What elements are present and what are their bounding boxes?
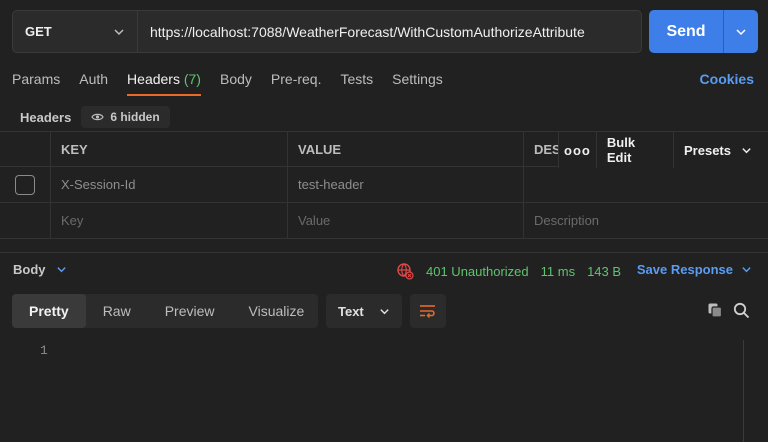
row-checkbox-cell: [0, 203, 51, 238]
table-header-row: KEY VALUE DES ooo Bulk Edit Presets: [0, 131, 768, 168]
method-select[interactable]: GET: [13, 11, 138, 52]
table-row: X-Session-Id test-header: [0, 167, 768, 203]
header-checkbox-cell: [0, 132, 51, 166]
table-row-new: Key Value Description: [0, 203, 768, 239]
tab-label: Auth: [79, 71, 109, 87]
cookies-link[interactable]: Cookies: [700, 71, 754, 87]
more-options-button[interactable]: ooo: [558, 132, 596, 168]
response-size[interactable]: 143 B: [587, 264, 621, 279]
tab-body[interactable]: Body: [220, 70, 252, 96]
chevron-down-icon: [742, 267, 751, 273]
send-options-button[interactable]: [724, 10, 758, 53]
wrap-lines-icon: [420, 305, 435, 318]
globe-error-icon[interactable]: [396, 262, 414, 280]
view-tab-raw[interactable]: Raw: [86, 294, 148, 328]
status-code[interactable]: 401 Unauthorized: [426, 264, 529, 279]
response-body-toggle[interactable]: Body: [13, 262, 67, 277]
response-editor[interactable]: 1: [0, 338, 768, 442]
method-label: GET: [25, 24, 52, 39]
tab-settings[interactable]: Settings: [392, 70, 443, 96]
view-tab-preview[interactable]: Preview: [148, 294, 232, 328]
column-header-key: KEY: [51, 132, 288, 166]
hidden-count: 6 hidden: [110, 110, 160, 124]
format-label: Text: [338, 303, 364, 319]
send-button[interactable]: Send: [649, 10, 723, 53]
tab-count: (7): [183, 71, 201, 87]
tab-pre-request[interactable]: Pre-req.: [271, 70, 322, 96]
request-url-bar: GET: [12, 10, 642, 53]
send-button-group: Send: [649, 10, 758, 53]
headers-subheader: Headers 6 hidden: [20, 106, 170, 128]
view-tab-visualize[interactable]: Visualize: [232, 294, 322, 328]
column-header-value: VALUE: [288, 132, 524, 166]
tab-tests[interactable]: Tests: [340, 70, 373, 96]
header-description-cell[interactable]: [524, 167, 768, 202]
response-body-label: Body: [13, 262, 46, 277]
line-number: 1: [40, 343, 48, 358]
presets-button[interactable]: Presets: [673, 132, 768, 168]
response-bar: Body 401 Unauthorized 11 ms 143 B Save R…: [0, 252, 768, 284]
new-value-input[interactable]: Value: [288, 203, 524, 238]
tab-label: Pre-req.: [270, 71, 322, 87]
chevron-down-icon: [380, 308, 389, 314]
tab-auth[interactable]: Auth: [79, 70, 108, 96]
bulk-edit-button[interactable]: Bulk Edit: [595, 132, 673, 168]
response-time[interactable]: 11 ms: [541, 264, 575, 279]
editor-scrollbar[interactable]: [743, 340, 744, 442]
tab-headers[interactable]: Headers (7): [127, 70, 201, 96]
eye-icon: [91, 113, 105, 121]
new-description-input[interactable]: Description: [524, 203, 768, 238]
request-tabs: Params Auth Headers (7) Body Pre-req. Te…: [12, 70, 462, 96]
chevron-down-icon: [114, 28, 124, 35]
new-key-input[interactable]: Key: [51, 203, 288, 238]
tab-label: Tests: [340, 71, 374, 87]
url-input[interactable]: [138, 11, 641, 52]
tab-label: Params: [12, 71, 61, 87]
row-checkbox[interactable]: [15, 174, 35, 195]
header-key-cell[interactable]: X-Session-Id: [51, 167, 288, 202]
wrap-lines-button[interactable]: [410, 294, 446, 328]
save-response-button[interactable]: Save Response: [637, 262, 752, 277]
headers-label: Headers: [20, 109, 72, 125]
row-checkbox-cell: [0, 167, 51, 202]
search-icon: [733, 302, 749, 318]
save-response-label: Save Response: [636, 262, 733, 277]
tab-label: Settings: [392, 71, 443, 87]
view-tab-pretty[interactable]: Pretty: [12, 294, 86, 328]
response-format-select[interactable]: Text: [326, 294, 402, 328]
headers-table: KEY VALUE DES ooo Bulk Edit Presets X-Se…: [0, 131, 768, 239]
hidden-headers-toggle[interactable]: 6 hidden: [81, 106, 170, 128]
chevron-down-icon: [736, 28, 746, 35]
response-view-tabs: Pretty Raw Preview Visualize: [12, 294, 318, 328]
copy-icon: [708, 303, 723, 318]
copy-button[interactable]: [705, 300, 725, 320]
presets-label: Presets: [684, 142, 731, 158]
search-button[interactable]: [731, 300, 751, 320]
table-actions: ooo Bulk Edit Presets: [558, 132, 768, 168]
chevron-down-icon: [56, 267, 66, 273]
tab-label: Headers: [127, 71, 180, 87]
tab-label: Body: [219, 71, 252, 87]
chevron-down-icon: [742, 147, 751, 153]
response-status: 401 Unauthorized 11 ms 143 B: [396, 262, 621, 280]
header-value-cell[interactable]: test-header: [288, 167, 524, 202]
tab-params[interactable]: Params: [12, 70, 60, 96]
